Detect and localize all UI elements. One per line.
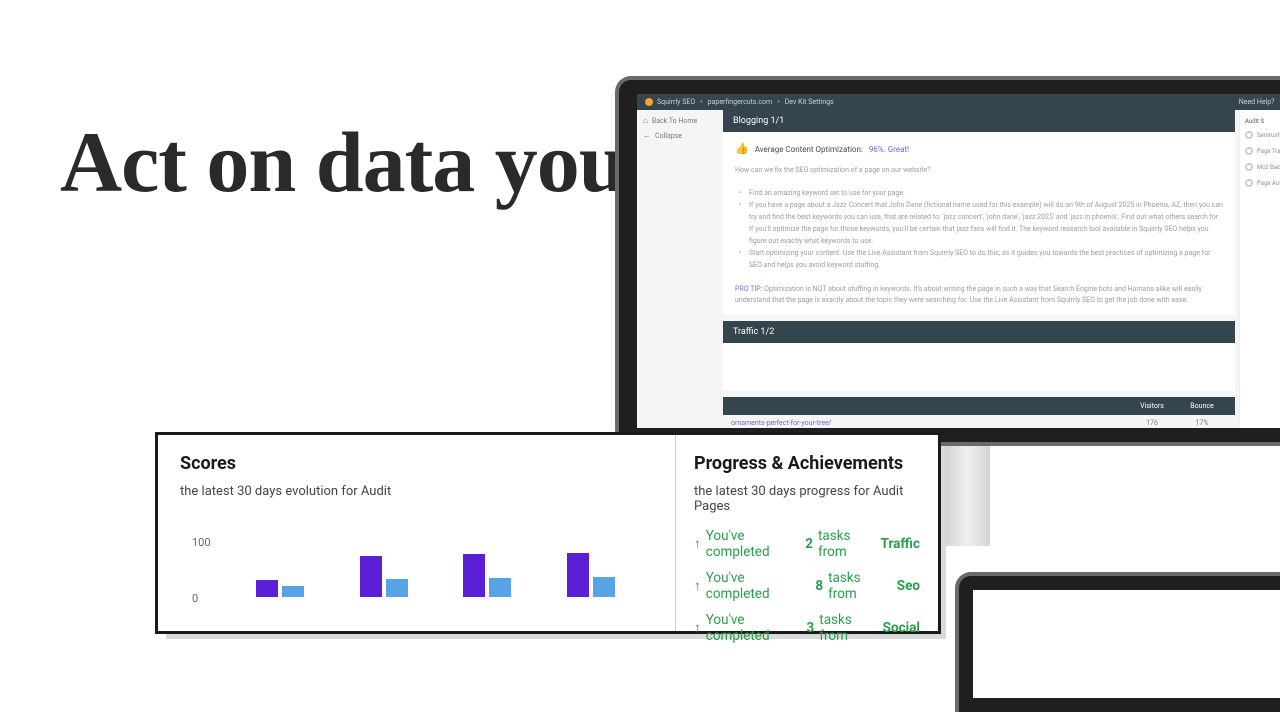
traffic-header[interactable]: Traffic 1/2 bbox=[723, 321, 1235, 343]
pro-tip-label: PRO TIP: bbox=[735, 285, 762, 293]
traffic-panel: Traffic 1/2 bbox=[723, 321, 1235, 391]
blogging-panel: Blogging 1/1 👍 Average Content Optimizat… bbox=[723, 110, 1235, 315]
sr-item-semrush[interactable]: Semrush R bbox=[1245, 131, 1280, 139]
bar-primary bbox=[463, 554, 485, 597]
home-icon: ⌂ bbox=[643, 116, 648, 125]
blogging-header[interactable]: Blogging 1/1 bbox=[723, 110, 1235, 132]
second-monitor-screen bbox=[973, 590, 1280, 698]
arrow-up-icon: ↑ bbox=[694, 620, 701, 636]
sr-item-authority[interactable]: Page Autho bbox=[1245, 179, 1280, 187]
aco-label: Average Content Optimization: bbox=[755, 143, 863, 157]
blogging-bullet-2: If you have a page about a Jazz Concert … bbox=[735, 200, 1223, 248]
bar-group bbox=[567, 553, 615, 597]
scores-title: Scores bbox=[180, 453, 653, 474]
achievements-subtitle: the latest 30 days progress for Audit Pa… bbox=[694, 484, 920, 514]
back-home-label: Back To Home bbox=[652, 117, 697, 125]
row-url[interactable]: ornaments-perfect-for-your-tree/ bbox=[731, 419, 1127, 427]
bar-secondary bbox=[593, 577, 615, 597]
pro-tip-text: Optimization is NOT about stuffing in ke… bbox=[735, 285, 1202, 305]
bar-group bbox=[463, 554, 511, 597]
help-link[interactable]: Need Help? bbox=[1239, 98, 1275, 106]
bar-primary bbox=[567, 553, 589, 597]
scores-subtitle: the latest 30 days evolution for Audit bbox=[180, 484, 653, 499]
scores-section: Scores the latest 30 days evolution for … bbox=[158, 435, 676, 631]
back-home-link[interactable]: ⌂ Back To Home bbox=[643, 116, 713, 125]
bar-group bbox=[360, 556, 408, 597]
blogging-question: How can we fix the SEO optimization of a… bbox=[735, 165, 1223, 177]
pro-tip: PRO TIP: Optimization is NOT about stuff… bbox=[735, 284, 1223, 308]
blogging-bullet-3: Start optimizing your content. Use the L… bbox=[735, 248, 1223, 272]
arrow-up-icon: ↑ bbox=[694, 536, 701, 552]
col-visitors[interactable]: Visitors bbox=[1127, 402, 1177, 410]
chevron-down-icon: ▾ bbox=[700, 99, 703, 105]
sidebar-right: Audit S Semrush R Page Traffic Moz Backl… bbox=[1239, 110, 1280, 428]
devkit-link[interactable]: Dev Kit Settings bbox=[785, 98, 834, 106]
site-selector[interactable]: paperfingercuts.com bbox=[708, 98, 773, 106]
main-content: Blogging 1/1 👍 Average Content Optimizat… bbox=[719, 110, 1239, 428]
monitor-screen: Squirrly SEO ▾ paperfingercuts.com ▾ Dev… bbox=[637, 94, 1280, 428]
achievement-item: ↑ You've completed 8 tasks from Seo bbox=[694, 570, 920, 602]
sidebar-left: ⌂ Back To Home ← Collapse bbox=[637, 110, 719, 428]
bar-secondary bbox=[386, 579, 408, 597]
bar-group bbox=[256, 580, 304, 597]
bar-secondary bbox=[489, 578, 511, 597]
radio-icon bbox=[1245, 131, 1253, 139]
bar-primary bbox=[256, 580, 278, 597]
second-monitor-bezel bbox=[955, 572, 1280, 712]
row-visitors: 176 bbox=[1127, 419, 1177, 427]
achievements-section: Progress & Achievements the latest 30 da… bbox=[676, 435, 938, 631]
collapse-label: Collapse bbox=[655, 132, 682, 140]
table-row[interactable]: ornaments-perfect-for-your-tree/ 176 17% bbox=[723, 415, 1235, 431]
achievement-item: ↑ You've completed 2 tasks from Traffic bbox=[694, 528, 920, 560]
radio-icon bbox=[1245, 147, 1253, 155]
y-tick-0: 0 bbox=[192, 592, 198, 605]
monitor-stand bbox=[945, 446, 990, 546]
radio-icon bbox=[1245, 163, 1253, 171]
chevron-down-icon: ▾ bbox=[777, 99, 780, 105]
traffic-table: Visitors Bounce ornaments-perfect-for-yo… bbox=[723, 397, 1235, 431]
brand-logo-icon bbox=[645, 98, 653, 106]
sidebar-right-head: Audit S bbox=[1245, 118, 1280, 125]
bar-primary bbox=[360, 556, 382, 597]
col-bounce[interactable]: Bounce bbox=[1177, 402, 1227, 410]
col-url bbox=[731, 402, 1127, 410]
monitor-bezel: Squirrly SEO ▾ paperfingercuts.com ▾ Dev… bbox=[615, 76, 1280, 446]
row-bounce: 17% bbox=[1177, 419, 1227, 427]
thumbs-up-icon: 👍 bbox=[735, 140, 749, 159]
achievements-title: Progress & Achievements bbox=[694, 453, 920, 474]
y-tick-100: 100 bbox=[192, 536, 211, 549]
collapse-link[interactable]: ← Collapse bbox=[643, 131, 713, 140]
sr-item-moz[interactable]: Moz Backlin bbox=[1245, 163, 1280, 171]
radio-icon bbox=[1245, 179, 1253, 187]
aco-value: 96%. Great! bbox=[869, 143, 909, 157]
arrow-up-icon: ↑ bbox=[694, 578, 701, 594]
brand-name[interactable]: Squirrly SEO bbox=[657, 98, 695, 106]
scores-card: Scores the latest 30 days evolution for … bbox=[155, 432, 941, 634]
scores-chart: 100 0 bbox=[180, 513, 653, 603]
app-topbar: Squirrly SEO ▾ paperfingercuts.com ▾ Dev… bbox=[637, 94, 1280, 110]
arrow-left-icon: ← bbox=[643, 131, 651, 140]
sr-item-traffic[interactable]: Page Traffic bbox=[1245, 147, 1280, 155]
achievement-item: ↑ You've completed 3 tasks from Social bbox=[694, 612, 920, 644]
bar-secondary bbox=[282, 586, 304, 597]
blogging-bullet-1: Find an amazing keyword set to use for y… bbox=[735, 188, 1223, 200]
